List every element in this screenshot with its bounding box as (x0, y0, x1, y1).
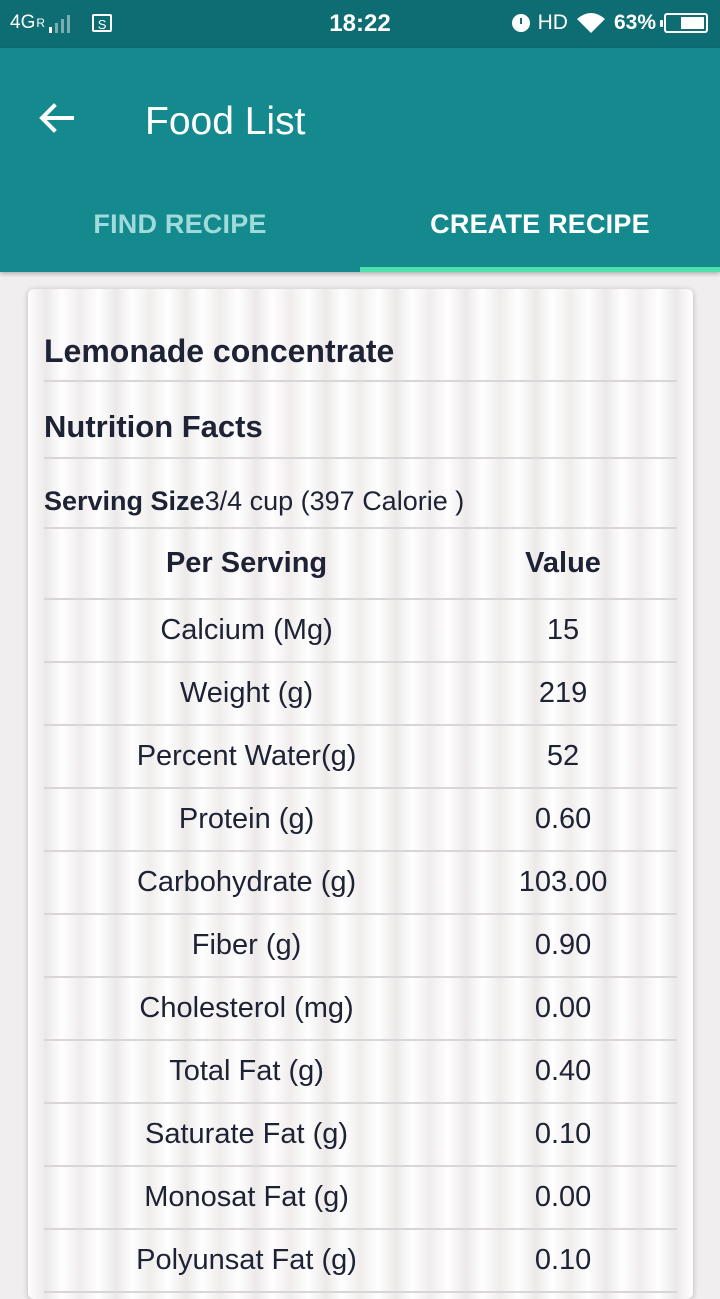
nutrient-name: Total Fat (g) (44, 1040, 450, 1104)
food-name: Lemonade concentrate (44, 289, 677, 382)
nutrient-name: Carbohydrate (g) (44, 851, 450, 915)
table-row: Weight (g) 219 (44, 662, 677, 726)
nutrient-name: Cholesterol (mg) (44, 977, 450, 1041)
card-content: Lemonade concentrate Nutrition Facts Ser… (44, 289, 677, 1293)
serving-size: Serving Size3/4 cup (397 Calorie ) (44, 459, 677, 529)
nutrient-value: 0.90 (449, 914, 677, 978)
nutrient-name: Polyunsat Fat (g) (44, 1229, 450, 1293)
nutrient-name: Fiber (g) (44, 914, 450, 978)
header-value: Value (449, 529, 677, 600)
alarm-icon (511, 14, 530, 32)
table-row: Saturate Fat (g) 0.10 (44, 1103, 677, 1167)
nutrient-value: 0.10 (449, 1229, 677, 1293)
tab-create-recipe-label: CREATE RECIPE (430, 209, 650, 239)
tab-create-recipe[interactable]: CREATE RECIPE (360, 196, 720, 272)
nutrient-name: Monosat Fat (g) (44, 1166, 450, 1230)
nutrient-value: 52 (449, 725, 677, 789)
table-row: Protein (g) 0.60 (44, 788, 677, 852)
nutrient-name: Protein (g) (44, 788, 450, 852)
nutrient-value: 0.00 (449, 977, 677, 1041)
serving-size-label: Serving Size (44, 486, 205, 516)
status-right: HD 63% (511, 11, 708, 35)
tab-bar: FIND RECIPE CREATE RECIPE (0, 196, 720, 272)
nutrient-value: 0.60 (449, 788, 677, 852)
table-row: Fiber (g) 0.90 (44, 914, 677, 978)
nutrition-facts-title: Nutrition Facts (44, 382, 677, 459)
nutrient-name: Percent Water(g) (44, 725, 450, 789)
table-row: Polyunsat Fat (g) 0.10 (44, 1229, 677, 1293)
page-title: Food List (145, 100, 306, 143)
nutrient-value: 0.40 (449, 1040, 677, 1104)
battery-percent: 63% (613, 11, 656, 34)
nutrient-name: Calcium (Mg) (44, 599, 450, 663)
status-bar: 4G R S 18:22 HD 63% (0, 0, 720, 48)
nutrient-name: Weight (g) (44, 662, 450, 726)
app-bar: Food List FIND RECIPE CREATE RECIPE (0, 48, 720, 272)
tab-find-recipe[interactable]: FIND RECIPE (0, 196, 360, 272)
table-header-row: Per Serving Value (44, 529, 677, 600)
battery-icon (660, 13, 708, 33)
table-row: Cholesterol (mg) 0.00 (44, 977, 677, 1041)
tab-indicator (360, 267, 720, 272)
wifi-icon (576, 13, 605, 33)
nutrient-value: 0.00 (449, 1166, 677, 1230)
nutrition-table: Per Serving Value Calcium (Mg) 15 Weight (… (44, 529, 677, 1293)
nutrient-value: 15 (449, 599, 677, 663)
nutrient-value: 0.10 (449, 1103, 677, 1167)
table-row: Calcium (Mg) 15 (44, 599, 677, 663)
table-row: Monosat Fat (g) 0.00 (44, 1166, 677, 1230)
table-row: Carbohydrate (g) 103.00 (44, 851, 677, 915)
nutrient-name: Saturate Fat (g) (44, 1103, 450, 1167)
nutrient-value: 219 (449, 662, 677, 726)
tab-find-recipe-label: FIND RECIPE (93, 209, 267, 239)
hd-indicator: HD (537, 11, 568, 34)
table-row: Total Fat (g) 0.40 (44, 1040, 677, 1104)
nutrition-card: Lemonade concentrate Nutrition Facts Ser… (28, 289, 693, 1299)
header-per-serving: Per Serving (44, 529, 450, 600)
back-arrow-icon[interactable] (36, 98, 76, 138)
serving-size-value: 3/4 cup (397 Calorie ) (204, 486, 465, 516)
table-row: Percent Water(g) 52 (44, 725, 677, 789)
nutrient-value: 103.00 (449, 851, 677, 915)
